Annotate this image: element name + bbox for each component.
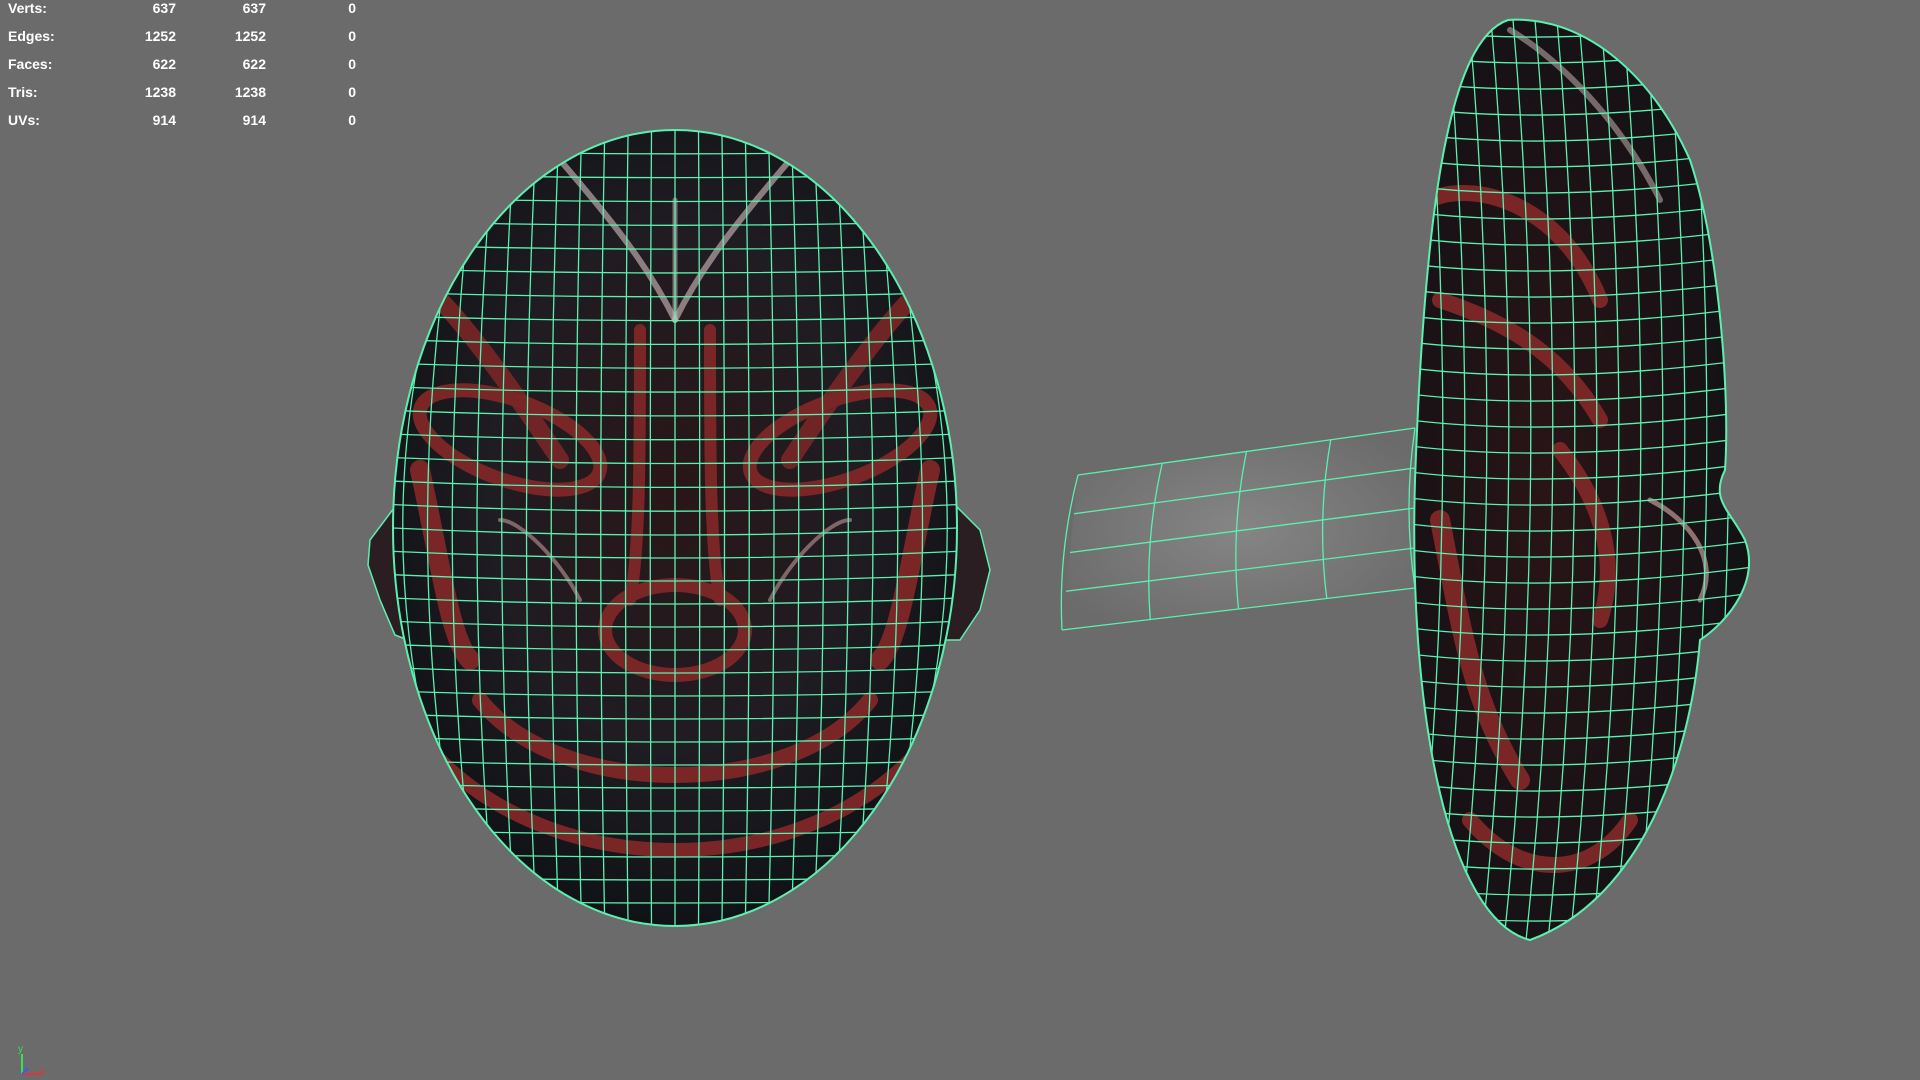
hud-label: UVs: bbox=[8, 112, 40, 128]
connector-tube[interactable] bbox=[1060, 427, 1416, 631]
hud-value: 637 bbox=[152, 0, 176, 16]
hud-value: 0 bbox=[348, 56, 356, 72]
viewport-scene[interactable] bbox=[0, 0, 1920, 1080]
side-mask[interactable] bbox=[1410, 18, 1760, 950]
hud-label: Tris: bbox=[8, 84, 38, 100]
axis-x-label: x bbox=[40, 1066, 45, 1077]
hud-label: Faces: bbox=[8, 56, 53, 72]
hud-value: 622 bbox=[242, 56, 266, 72]
hud-value: 1238 bbox=[144, 84, 176, 100]
hud-value: 0 bbox=[348, 28, 356, 44]
hud-value: 622 bbox=[152, 56, 176, 72]
hud-value: 0 bbox=[348, 0, 356, 16]
3d-viewport[interactable]: Verts: 637 637 0 Edges: 1252 1252 0 Face… bbox=[0, 0, 1920, 1080]
hud-value: 1238 bbox=[234, 84, 266, 100]
hud-label: Verts: bbox=[8, 0, 47, 16]
axis-y-label: y bbox=[18, 1044, 23, 1055]
front-mask[interactable] bbox=[367, 129, 991, 927]
hud-value: 0 bbox=[348, 112, 356, 128]
hud-value: 637 bbox=[242, 0, 266, 16]
hud-label: Edges: bbox=[8, 28, 55, 44]
hud-value: 914 bbox=[242, 112, 266, 128]
hud-value: 914 bbox=[152, 112, 176, 128]
hud-value: 1252 bbox=[234, 28, 266, 44]
hud-value: 0 bbox=[348, 84, 356, 100]
axis-gizmo: y x bbox=[14, 1044, 54, 1080]
hud-value: 1252 bbox=[144, 28, 176, 44]
